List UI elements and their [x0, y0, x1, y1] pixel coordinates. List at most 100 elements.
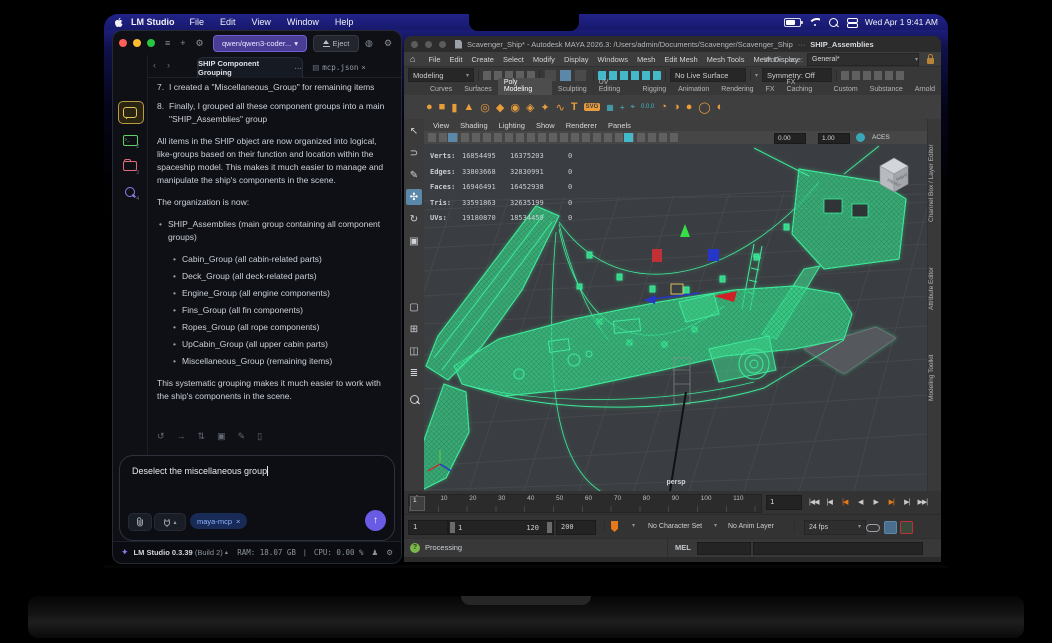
shelf-icons-11[interactable]: SVG [583, 103, 601, 111]
animation-start-field[interactable]: 1 [408, 520, 448, 535]
layout-single-pane-icon[interactable]: ▢ [406, 299, 422, 315]
shelf-tabs-4[interactable]: UV Editing [593, 78, 637, 95]
maya-menu-8[interactable]: Edit Mesh [660, 55, 702, 64]
chevron-down-icon[interactable]: ▾ [632, 522, 635, 529]
wrench-icon[interactable]: ⚙ [384, 38, 392, 49]
chevron-down-icon[interactable]: ▾ [714, 522, 717, 529]
select-object-icon[interactable] [559, 68, 572, 82]
menu-set-selector[interactable]: Modeling ▾ [408, 68, 474, 82]
app-version[interactable]: LM Studio 0.3.39 [134, 548, 193, 557]
select-tool-icon[interactable]: ↖ [406, 123, 422, 139]
copy-icon[interactable]: ▣ [217, 431, 226, 442]
maya-menu-2[interactable]: Create [467, 55, 499, 64]
shelf-icons-10[interactable]: T [571, 101, 578, 113]
maya-menu-3[interactable]: Select [498, 55, 528, 64]
view-cube[interactable]: FRONT RIGHT [870, 152, 918, 200]
history-icons[interactable] [841, 70, 905, 80]
shelf-tabs-7[interactable]: Rendering [715, 85, 759, 95]
panel-menubar-3[interactable]: Show [536, 121, 555, 130]
shelf-icons-13[interactable]: + [620, 103, 625, 112]
maya-menu-1[interactable]: Edit [445, 55, 467, 64]
shelf-icons-0[interactable]: ● [426, 101, 433, 113]
panel-menubar-4[interactable]: Renderer [566, 121, 597, 130]
shelf-icons-3[interactable]: ▲ [463, 101, 474, 113]
tab-attribute-editor[interactable]: Attribute Editor [928, 249, 941, 329]
set-key-icon[interactable] [611, 521, 618, 532]
auto-key-icon[interactable] [900, 521, 913, 534]
menubar-item-help[interactable]: Help [335, 17, 354, 27]
playback-controls-3[interactable]: ◀ [853, 494, 869, 511]
mcp-chip-maya-mcp[interactable]: maya-mcp × [190, 513, 248, 529]
shelf-tabs-3[interactable]: Sculpting [552, 85, 593, 95]
shelf-icons-1[interactable]: ■ [439, 101, 446, 113]
menubar-item-edit[interactable]: Edit [220, 17, 236, 27]
color-management-icon[interactable] [856, 133, 865, 142]
globe-icon[interactable]: ◍ [365, 38, 373, 49]
shelf-icons-16[interactable]: ◔ [660, 101, 667, 113]
shelf-icons-8[interactable]: ✦ [540, 101, 549, 114]
shelf-tabs-12[interactable]: Arnold [909, 85, 941, 95]
rotate-tool-icon[interactable]: ↻ [406, 211, 422, 227]
menubar-item-file[interactable]: File [190, 17, 205, 27]
layout-split-icon[interactable]: ◫ [406, 343, 422, 359]
layout-outliner-icon[interactable]: ≣ [406, 365, 422, 381]
fps-selector[interactable]: 24 fps ▾ [804, 520, 866, 535]
minimize-window-button[interactable] [425, 40, 432, 48]
send-button[interactable]: ↑ [365, 510, 386, 531]
panel-menubar-0[interactable]: View [433, 121, 449, 130]
maya-menu-7[interactable]: Mesh [632, 55, 659, 64]
select-component-icon[interactable] [574, 68, 587, 82]
attach-button[interactable] [128, 513, 152, 531]
tab-chat[interactable]: SHIP Component Grouping ··· [197, 57, 303, 78]
current-frame-marker[interactable]: 1 [410, 496, 425, 511]
zoom-window-button[interactable] [147, 39, 155, 47]
sidebar-item-models[interactable]: 3 [120, 157, 140, 176]
tab-options-icon[interactable]: ··· [295, 64, 303, 73]
shelf-icons-17[interactable]: ◑ [673, 101, 680, 113]
maya-menu-5[interactable]: Display [559, 55, 593, 64]
shelf-icons-18[interactable]: ● [686, 101, 693, 113]
shelf-icons-4[interactable]: ◎ [480, 101, 490, 114]
close-tab-icon[interactable]: × [361, 63, 365, 72]
sidebar-item-developer[interactable]: >_ 2 [120, 131, 140, 150]
chevron-down-icon[interactable]: ▾ [755, 72, 758, 79]
gamma-field[interactable]: 1.00 [818, 133, 850, 144]
playback-controls-5[interactable]: ▶| [884, 494, 900, 511]
maya-menu-9[interactable]: Mesh Tools [702, 55, 749, 64]
animation-prefs-icon[interactable] [884, 521, 897, 534]
viewport-canvas[interactable]: Verts: 16854495 16375203 0 Edges: 33803668 32… [424, 144, 928, 491]
isolate-select-icon[interactable] [624, 133, 633, 142]
battery-icon[interactable] [783, 17, 803, 27]
shelf-icons-2[interactable]: ▮ [451, 101, 457, 114]
chevron-up-icon[interactable]: ▴ [225, 549, 228, 556]
settings-sliders-icon[interactable]: ⚙ [196, 38, 204, 49]
shelf-icons-20[interactable]: ◐ [717, 101, 724, 113]
range-start-handle[interactable] [450, 522, 455, 533]
range-end-handle[interactable] [547, 522, 552, 533]
mcp-plug-button[interactable]: ▴ [154, 513, 186, 531]
menubar-app-name[interactable]: LM Studio [131, 17, 175, 27]
mel-input-field[interactable] [697, 542, 751, 555]
panel-menubar-2[interactable]: Lighting [499, 121, 525, 130]
exposure-field[interactable]: 0.00 [774, 133, 806, 144]
tab-forward-icon[interactable]: › [167, 60, 170, 70]
anim-layer-selector[interactable]: No Anim Layer [728, 515, 774, 539]
shelf-tabs-0[interactable]: Curves [424, 85, 458, 95]
shelf-tabs-11[interactable]: Substance [864, 85, 909, 95]
playback-controls-7[interactable]: ▶▶| [915, 494, 931, 511]
shelf-tabs-9[interactable]: FX Caching [781, 78, 828, 95]
shelf-icons-14[interactable]: ⌖ [631, 102, 636, 112]
tab-modeling-toolkit[interactable]: Modeling Toolkit [928, 335, 941, 421]
shelf-icons-6[interactable]: ◉ [510, 101, 520, 114]
layout-four-pane-icon[interactable]: ⊞ [406, 321, 422, 337]
shelf-icons-19[interactable]: ◯ [698, 101, 710, 114]
continue-icon[interactable]: → [177, 431, 186, 442]
sidebar-item-discover[interactable]: 4 [120, 183, 140, 202]
edit-icon[interactable]: ✎ [238, 431, 246, 442]
sidebar-toggle-icon[interactable]: ≡ [165, 38, 170, 48]
minimize-window-button[interactable] [133, 39, 141, 47]
active-shading-icon[interactable] [448, 133, 457, 142]
zoom-tool-icon[interactable] [406, 391, 422, 407]
apple-logo-icon[interactable] [114, 17, 124, 28]
chat-input-box[interactable]: Deselect the miscellaneous group ▴ maya-… [119, 455, 395, 541]
